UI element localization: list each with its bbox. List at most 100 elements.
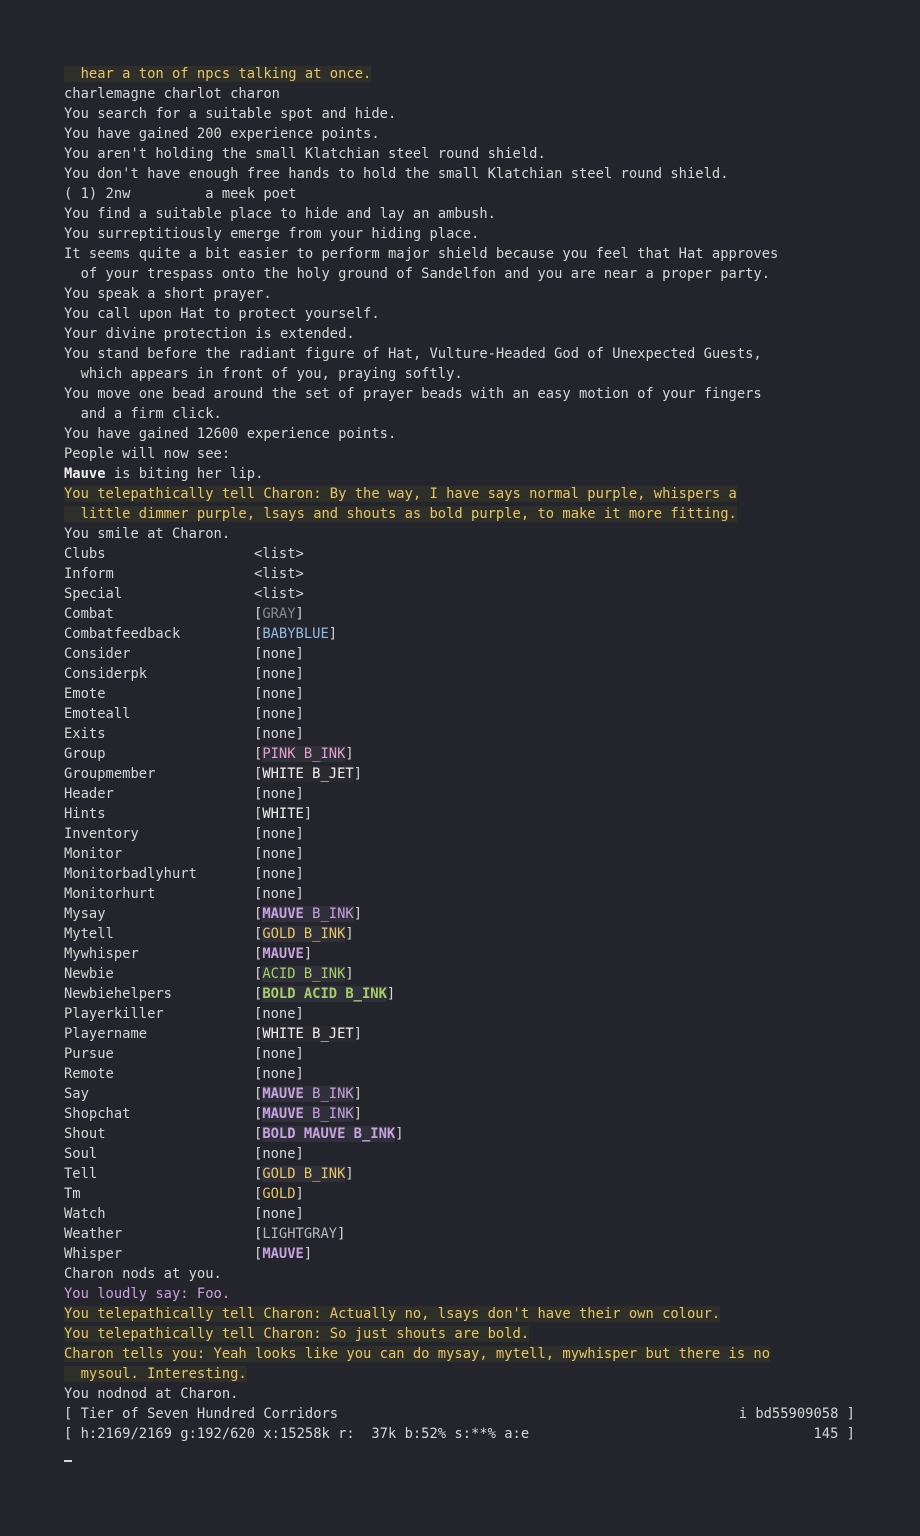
config-value: [none] xyxy=(254,866,304,882)
config-value-text: none xyxy=(262,726,296,742)
config-value: <list> xyxy=(254,566,304,582)
config-value-text: none xyxy=(262,646,296,662)
config-value-text: none xyxy=(262,686,296,702)
log-line-text: You search for a suitable spot and hide. xyxy=(64,106,397,122)
command-prompt[interactable] xyxy=(64,1444,914,1464)
config-name: Groupmember xyxy=(64,766,156,782)
config-name: Whisper xyxy=(64,1246,123,1262)
config-value-text: MAUVE xyxy=(262,946,304,962)
config-name: Combat xyxy=(64,606,114,622)
config-value: [GOLD B_INK] xyxy=(254,1166,354,1182)
config-row: Newbie [ACID B_INK] xyxy=(64,964,914,984)
bracket-close: ] xyxy=(328,626,338,642)
config-value: [BABYBLUE] xyxy=(254,626,337,642)
config-value-text: MAUVE B_INK xyxy=(262,906,354,922)
config-value-text: MAUVE xyxy=(262,1246,304,1262)
log-line: You surreptitiously emerge from your hid… xyxy=(64,224,914,244)
config-value-text: none xyxy=(262,666,296,682)
bracket-close: ] xyxy=(295,686,304,702)
config-name: Special xyxy=(64,586,123,602)
config-row: Groupmember [WHITE B_JET] xyxy=(64,764,914,784)
config-row: Considerpk [none] xyxy=(64,664,914,684)
status-stats: [ h:2169/2169 g:192/620 x:15258k r: 37k … xyxy=(64,1426,530,1442)
config-value: [none] xyxy=(254,1146,304,1162)
config-value: [GOLD] xyxy=(254,1186,304,1202)
config-value: [none] xyxy=(254,886,304,902)
config-value: [LIGHTGRAY] xyxy=(254,1226,345,1242)
status-id: i bd55909058 ] xyxy=(738,1406,855,1422)
config-name: Playername xyxy=(64,1026,148,1042)
config-value-text: none xyxy=(262,1206,296,1222)
config-name: Inform xyxy=(64,566,114,582)
bracket-close: ] xyxy=(353,1086,363,1102)
status-location: [ Tier of Seven Hundred Corridors xyxy=(64,1406,339,1422)
config-value: [WHITE B_JET] xyxy=(254,1026,362,1042)
config-value: [MAUVE] xyxy=(254,946,312,962)
config-row: Clubs <list> xyxy=(64,544,914,564)
config-name: Monitorhurt xyxy=(64,886,156,902)
log-line: It seems quite a bit easier to perform m… xyxy=(64,244,914,264)
config-row: Weather [LIGHTGRAY] xyxy=(64,1224,914,1244)
log-line: People will now see: xyxy=(64,444,914,464)
config-value: [GRAY] xyxy=(254,606,304,622)
bracket-close: ] xyxy=(395,1126,404,1142)
log-line: You find a suitable place to hide and la… xyxy=(64,204,914,224)
config-row: Monitor [none] xyxy=(64,844,914,864)
config-name: Group xyxy=(64,746,106,762)
log-line: and a firm click. xyxy=(64,404,914,424)
config-value: [none] xyxy=(254,1206,304,1222)
config-value: [ACID B_INK] xyxy=(254,966,354,982)
bracket-close: ] xyxy=(295,706,304,722)
log-line-text: You loudly say: Foo. xyxy=(64,1286,231,1302)
config-row: Watch [none] xyxy=(64,1204,914,1224)
log-line: of your trespass onto the holy ground of… xyxy=(64,264,914,284)
config-value-text: WHITE B_JET xyxy=(262,1026,354,1042)
config-name: Soul xyxy=(64,1146,98,1162)
config-row: Consider [none] xyxy=(64,644,914,664)
log-line: You nodnod at Charon. xyxy=(64,1384,914,1404)
log-line-text: You find a suitable place to hide and la… xyxy=(64,206,496,222)
bracket-close: ] xyxy=(337,1226,346,1242)
config-row: Mywhisper [MAUVE] xyxy=(64,944,914,964)
config-row: Remote [none] xyxy=(64,1064,914,1084)
config-value: <list> xyxy=(254,546,304,562)
config-name: Shout xyxy=(64,1126,106,1142)
log-line-text: You have gained 200 experience points. xyxy=(64,126,380,142)
log-line: which appears in front of you, praying s… xyxy=(64,364,914,384)
bracket-close: ] xyxy=(353,1106,363,1122)
config-row: Mytell [GOLD B_INK] xyxy=(64,924,914,944)
config-value-text: none xyxy=(262,866,296,882)
bracket-close: ] xyxy=(353,1026,362,1042)
config-value: [none] xyxy=(254,826,304,842)
config-value-text: none xyxy=(262,886,296,902)
config-name: Weather xyxy=(64,1226,123,1242)
config-value: [BOLD MAUVE B_INK] xyxy=(254,1126,404,1142)
config-name: Tm xyxy=(64,1186,81,1202)
config-row: Pursue [none] xyxy=(64,1044,914,1064)
config-value: [none] xyxy=(254,646,304,662)
config-name: Inventory xyxy=(64,826,139,842)
config-name: Watch xyxy=(64,1206,106,1222)
config-value: [none] xyxy=(254,666,304,682)
config-value-text: GOLD B_INK xyxy=(262,926,346,942)
config-row: Newbiehelpers [BOLD ACID B_INK] xyxy=(64,984,914,1004)
config-value: [none] xyxy=(254,686,304,702)
config-row: Exits [none] xyxy=(64,724,914,744)
log-line: You move one bead around the set of pray… xyxy=(64,384,914,404)
config-name: Combatfeedback xyxy=(64,626,181,642)
config-value-text: GRAY xyxy=(262,606,296,622)
config-row: Tm [GOLD] xyxy=(64,1184,914,1204)
config-name: Pursue xyxy=(64,1046,114,1062)
log-line: Your divine protection is extended. xyxy=(64,324,914,344)
log-line-text: It seems quite a bit easier to perform m… xyxy=(64,246,779,262)
bracket-close: ] xyxy=(295,726,304,742)
log-line-text: People will now see: xyxy=(64,446,231,462)
config-name: Say xyxy=(64,1086,89,1102)
config-value-text: none xyxy=(262,1006,296,1022)
config-name: Mywhisper xyxy=(64,946,139,962)
bracket-close: ] xyxy=(303,946,313,962)
bracket-close: ] xyxy=(295,1206,304,1222)
config-value: [WHITE] xyxy=(254,806,312,822)
bracket-close: ] xyxy=(295,846,304,862)
config-value: [MAUVE B_INK] xyxy=(254,1106,362,1122)
